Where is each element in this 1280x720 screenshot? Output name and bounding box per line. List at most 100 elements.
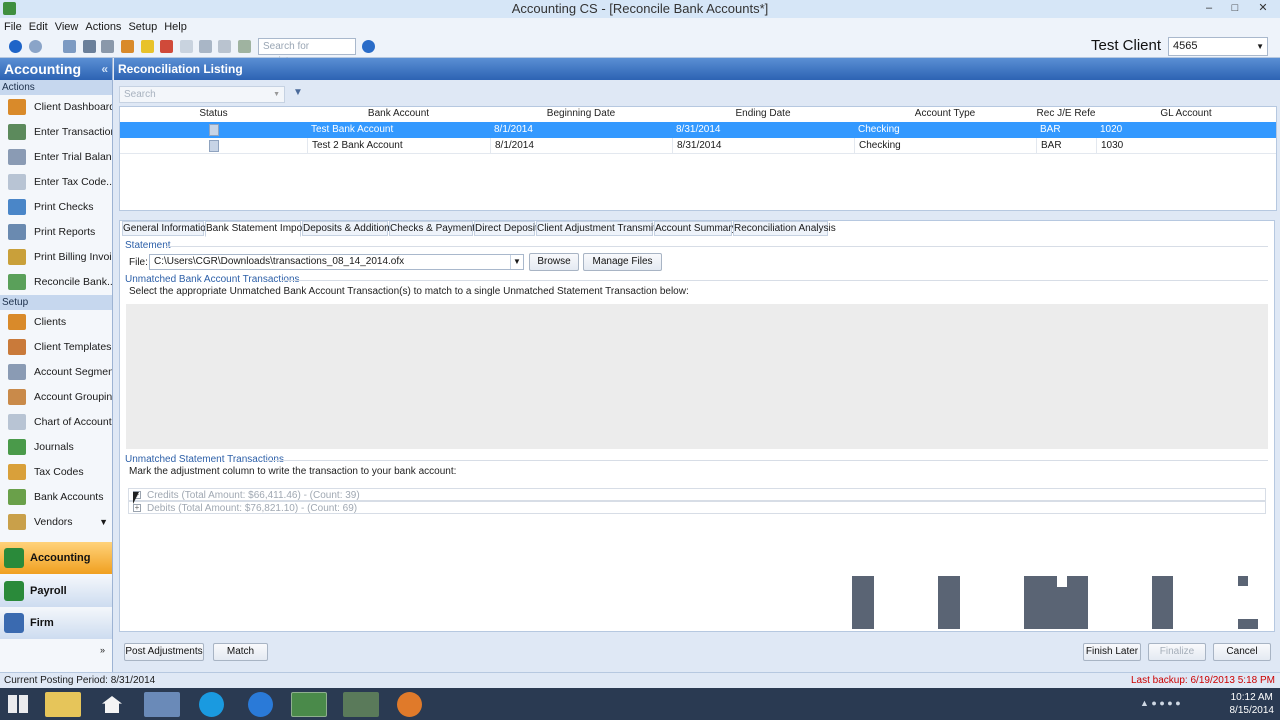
home-icon[interactable] <box>63 40 76 53</box>
column-header-account-type[interactable]: Account Type <box>854 107 1036 121</box>
sidebar-item-print-billing[interactable]: Print Billing Invoi... <box>0 245 112 270</box>
document-icon[interactable] <box>180 40 193 53</box>
collapse-icon[interactable]: « <box>101 58 108 80</box>
tab-bank-statement-import[interactable]: Bank Statement Import <box>205 221 308 237</box>
nav-accounting[interactable]: Accounting <box>0 542 112 574</box>
tab-checks-payments[interactable]: Checks & Payments <box>389 221 480 236</box>
sidebar-item-vendors[interactable]: Vendors ▼ <box>0 510 112 535</box>
status-icon <box>209 140 219 152</box>
tab-general-information[interactable]: General Information <box>122 221 211 236</box>
unmatched-bank-grid[interactable] <box>126 304 1268 449</box>
app-icon <box>3 2 16 15</box>
sidebar-item-client-dashboard[interactable]: Client Dashboard <box>0 95 112 120</box>
menu-actions[interactable]: Actions <box>81 18 121 36</box>
finalize-button[interactable]: Finalize <box>1148 643 1206 661</box>
sidebar-item-print-reports[interactable]: Print Reports <box>0 220 112 245</box>
network-icon[interactable] <box>144 692 180 717</box>
client-code-select[interactable]: 4565 ▼ <box>1168 37 1268 56</box>
back-icon[interactable] <box>9 40 22 53</box>
trial-balance-icon <box>8 149 26 165</box>
tax-code-icon <box>8 174 26 190</box>
clients-icon[interactable] <box>83 40 96 53</box>
tab-direct-deposit[interactable]: Direct Deposit <box>474 221 538 236</box>
people-icon[interactable] <box>101 40 114 53</box>
file-explorer-icon[interactable] <box>45 692 81 717</box>
configure-buttons-icon[interactable]: » <box>100 645 105 655</box>
table-row[interactable]: Test Bank Account 8/1/2014 8/31/2014 Che… <box>120 122 1276 138</box>
menu-view[interactable]: View <box>51 18 79 36</box>
expand-icon[interactable]: + <box>133 504 141 512</box>
column-header-status[interactable]: Status <box>120 107 307 121</box>
column-header-beginning-date[interactable]: Beginning Date <box>490 107 672 121</box>
forward-icon[interactable] <box>29 40 42 53</box>
table-row[interactable]: Test 2 Bank Account 8/1/2014 8/31/2014 C… <box>120 138 1276 154</box>
sidebar-item-client-templates[interactable]: Client Templates <box>0 335 112 360</box>
favorites-icon[interactable] <box>141 40 154 53</box>
sidebar-item-account-grouping[interactable]: Account Groupin... <box>0 385 112 410</box>
chart-icon[interactable] <box>238 40 251 53</box>
manage-files-button[interactable]: Manage Files <box>583 253 662 271</box>
skype-icon[interactable] <box>199 692 224 717</box>
menu-help[interactable]: Help <box>160 18 187 36</box>
browse-button[interactable]: Browse <box>529 253 579 271</box>
accounting-cs-taskbar-icon[interactable] <box>291 692 327 717</box>
column-header-bank-account[interactable]: Bank Account <box>307 107 490 121</box>
close-icon[interactable]: ✕ <box>1250 0 1276 18</box>
sidebar-item-account-segments[interactable]: Account Segments <box>0 360 112 385</box>
tab-client-adjustment-transmittal[interactable]: Client Adjustment Transmittal <box>536 221 667 236</box>
column-header-ending-date[interactable]: Ending Date <box>672 107 854 121</box>
bank-accounts-icon <box>8 489 26 505</box>
sidebar-item-reconcile-bank[interactable]: Reconcile Bank... <box>0 270 112 295</box>
minimize-icon[interactable]: ‒ <box>1196 0 1222 18</box>
listing-search-input[interactable]: Search ▼ <box>119 86 285 103</box>
column-header-gl-account[interactable]: GL Account <box>1096 107 1276 121</box>
home-taskbar-icon[interactable] <box>94 692 130 717</box>
scroll-down-icon[interactable]: ▼ <box>99 510 108 535</box>
menu-bar: File Edit View Actions Setup Help <box>0 18 1280 36</box>
assistance-search-input[interactable]: Search for assistance <box>258 38 356 67</box>
clock[interactable]: 10:12 AM 8/15/2014 <box>1230 691 1275 717</box>
sidebar-item-journals[interactable]: Journals <box>0 435 112 460</box>
help-icon[interactable] <box>362 40 375 53</box>
system-tray[interactable]: ▲ ● ● ● ● <box>1140 698 1210 710</box>
maximize-icon[interactable]: □ <box>1222 0 1248 18</box>
sidebar-item-chart-of-accounts[interactable]: Chart of Accounts <box>0 410 112 435</box>
sidebar-item-bank-accounts[interactable]: Bank Accounts <box>0 485 112 510</box>
loading-artifact <box>1024 576 1088 629</box>
divider <box>282 280 1268 281</box>
menu-edit[interactable]: Edit <box>25 18 48 36</box>
menu-file[interactable]: File <box>0 18 22 36</box>
sidebar-item-enter-transactions[interactable]: Enter Transactions <box>0 120 112 145</box>
cancel-button[interactable]: Cancel <box>1213 643 1271 661</box>
post-adjustments-button[interactable]: Post Adjustments <box>124 643 204 661</box>
filter-icon[interactable]: ▼ <box>290 87 306 102</box>
sidebar-item-enter-trial-balance[interactable]: Enter Trial Balan... <box>0 145 112 170</box>
credits-group-row[interactable]: + Credits (Total Amount: $66,411.46) - (C… <box>128 488 1266 501</box>
calculator-taskbar-icon[interactable] <box>343 692 379 717</box>
internet-explorer-icon[interactable] <box>248 692 273 717</box>
sidebar-item-enter-tax-code[interactable]: Enter Tax Code... <box>0 170 112 195</box>
tools-icon[interactable] <box>121 40 134 53</box>
calendar-icon[interactable] <box>199 40 212 53</box>
file-path-select[interactable]: C:\Users\CGR\Downloads\transactions_08_1… <box>149 254 524 270</box>
column-header-rec-ref[interactable]: Rec J/E Refe <box>1036 107 1096 121</box>
debits-group-row[interactable]: + Debits (Total Amount: $76,821.10) - (Co… <box>128 501 1266 514</box>
firefox-icon[interactable] <box>397 692 422 717</box>
tab-reconciliation-analysis[interactable]: Reconciliation Analysis <box>733 221 836 236</box>
journals-icon <box>8 439 26 455</box>
start-icon[interactable] <box>8 695 28 713</box>
tab-account-summary[interactable]: Account Summary <box>654 221 737 236</box>
tab-deposits-additions[interactable]: Deposits & Additions <box>302 221 395 236</box>
sidebar-item-clients[interactable]: Clients <box>0 310 112 335</box>
calculator-icon[interactable] <box>218 40 231 53</box>
menu-setup[interactable]: Setup <box>124 18 157 36</box>
posting-period: Current Posting Period: 8/31/2014 <box>4 675 156 686</box>
match-button[interactable]: Match <box>213 643 268 661</box>
cell-gl-account: 1020 <box>1100 124 1123 135</box>
sidebar-item-tax-codes[interactable]: Tax Codes <box>0 460 112 485</box>
nav-firm[interactable]: Firm <box>0 607 112 639</box>
finish-later-button[interactable]: Finish Later <box>1083 643 1141 661</box>
flag-icon[interactable] <box>160 40 173 53</box>
nav-payroll[interactable]: Payroll <box>0 575 112 607</box>
sidebar-item-print-checks[interactable]: Print Checks <box>0 195 112 220</box>
